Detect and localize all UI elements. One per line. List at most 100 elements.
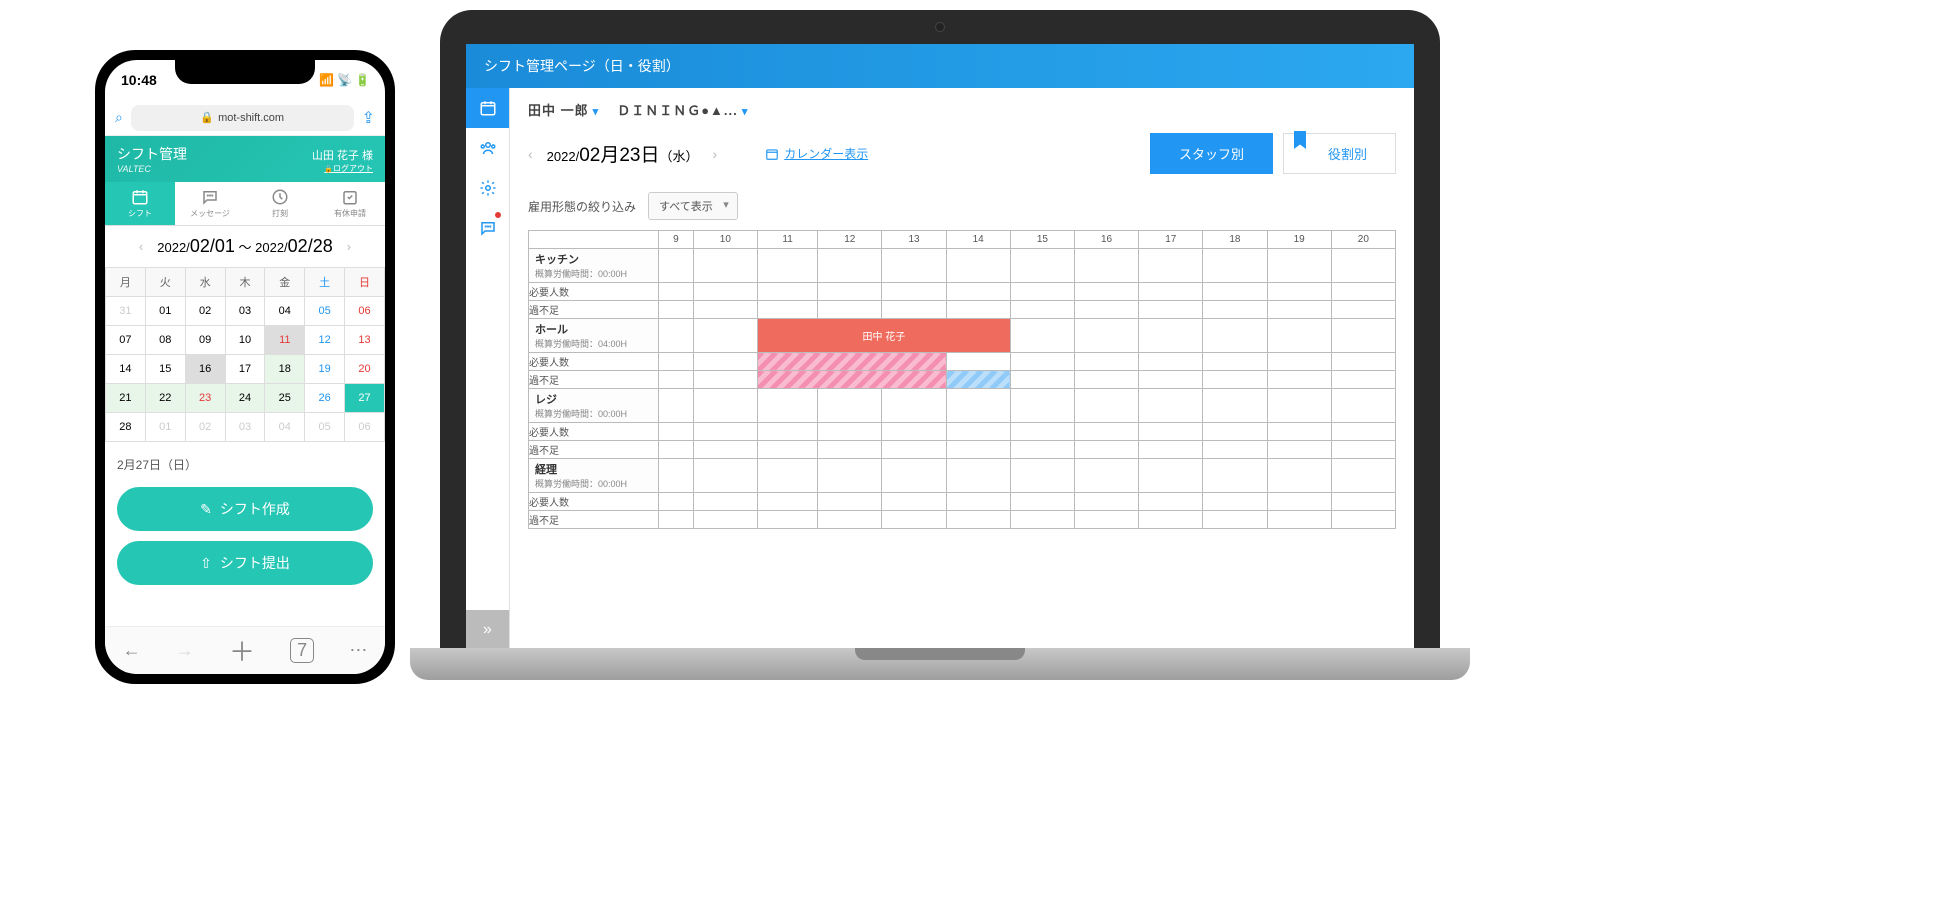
day-04[interactable]: 04 [265, 297, 305, 326]
hour-9: 9 [659, 231, 694, 249]
req-label: 必要人数 [529, 493, 659, 511]
role-ホール: ホール概算労働時間：04:00H [529, 319, 659, 353]
shift-bar[interactable]: 田中 花子 [757, 319, 1010, 353]
day-12[interactable]: 12 [305, 326, 345, 355]
back-icon[interactable]: ← [123, 640, 141, 661]
day-16[interactable]: 16 [185, 355, 225, 384]
day-21[interactable]: 21 [106, 384, 146, 413]
day-28[interactable]: 28 [106, 413, 146, 442]
user-dropdown[interactable]: 田中 一郎 [528, 100, 599, 119]
tab-0[interactable]: シフト [105, 182, 175, 225]
forward-icon[interactable]: → [176, 640, 194, 661]
date-next[interactable]: › [713, 146, 718, 162]
hour-12: 12 [818, 231, 882, 249]
tab-role[interactable]: 役割別 [1283, 133, 1396, 174]
weekday-5: 土 [305, 268, 345, 297]
short-label: 過不足 [529, 301, 659, 319]
day-09[interactable]: 09 [185, 326, 225, 355]
day-06[interactable]: 06 [345, 413, 385, 442]
tab-1[interactable]: メッセージ [175, 182, 245, 225]
day-03[interactable]: 03 [225, 413, 265, 442]
calendar: 月火水木金土日310102030405060708091011121314151… [105, 267, 385, 442]
short-req-bar [757, 371, 946, 389]
logout-link[interactable]: 🔒ログアウト [312, 163, 373, 174]
sidebar-settings-icon[interactable] [466, 168, 509, 208]
create-shift-button[interactable]: ✎ シフト作成 [117, 487, 373, 531]
day-07[interactable]: 07 [106, 326, 146, 355]
day-01[interactable]: 01 [145, 413, 185, 442]
tab-staff[interactable]: スタッフ別 [1150, 133, 1273, 174]
day-26[interactable]: 26 [305, 384, 345, 413]
day-13[interactable]: 13 [345, 326, 385, 355]
day-22[interactable]: 22 [145, 384, 185, 413]
date-prev[interactable]: ‹ [528, 146, 533, 162]
pencil-icon: ✎ [200, 501, 212, 518]
req-label: 必要人数 [529, 353, 659, 371]
hour-19: 19 [1267, 231, 1331, 249]
day-08[interactable]: 08 [145, 326, 185, 355]
day-31[interactable]: 31 [106, 297, 146, 326]
laptop-base [410, 648, 1470, 680]
sidebar-message-icon[interactable] [466, 208, 509, 248]
day-15[interactable]: 15 [145, 355, 185, 384]
day-11[interactable]: 11 [265, 326, 305, 355]
range-next[interactable]: › [341, 239, 357, 254]
day-04[interactable]: 04 [265, 413, 305, 442]
filter-select[interactable]: すべて表示 [648, 192, 738, 220]
tab-bar: シフトメッセージ打刻有休申請 [105, 182, 385, 226]
day-14[interactable]: 14 [106, 355, 146, 384]
day-20[interactable]: 20 [345, 355, 385, 384]
day-05[interactable]: 05 [305, 297, 345, 326]
share-icon[interactable]: ⇪ [362, 108, 375, 128]
app-title: シフト管理 [117, 144, 187, 164]
submit-shift-button[interactable]: ⇧ シフト提出 [117, 541, 373, 585]
req-label: 必要人数 [529, 423, 659, 441]
day-03[interactable]: 03 [225, 297, 265, 326]
day-10[interactable]: 10 [225, 326, 265, 355]
day-05[interactable]: 05 [305, 413, 345, 442]
sidebar-collapse[interactable]: » [466, 610, 509, 650]
hour-13: 13 [882, 231, 946, 249]
hour-11: 11 [757, 231, 817, 249]
url-bar[interactable]: 🔒 mot-shift.com [131, 105, 354, 131]
filter-row: 雇用形態の絞り込み すべて表示 [528, 192, 1396, 220]
role-レジ: レジ概算労働時間：00:00H [529, 389, 659, 423]
new-tab-icon[interactable]: ＋ [229, 632, 255, 669]
short-label: 過不足 [529, 441, 659, 459]
short-label: 過不足 [529, 371, 659, 389]
calendar-view-link[interactable]: カレンダー表示 [765, 145, 868, 162]
hour-20: 20 [1331, 231, 1395, 249]
day-06[interactable]: 06 [345, 297, 385, 326]
day-19[interactable]: 19 [305, 355, 345, 384]
browser-bottom-nav: ← → ＋ 7 ⋯ [105, 626, 385, 674]
day-02[interactable]: 02 [185, 297, 225, 326]
more-icon[interactable]: ⋯ [349, 640, 367, 661]
keychain-icon[interactable]: ⌕ [115, 109, 123, 126]
tab-3[interactable]: 有休申請 [315, 182, 385, 225]
day-17[interactable]: 17 [225, 355, 265, 384]
req-label: 必要人数 [529, 283, 659, 301]
hour-15: 15 [1010, 231, 1074, 249]
day-25[interactable]: 25 [265, 384, 305, 413]
selected-date: 2月27日（日） [105, 442, 385, 487]
status-time: 10:48 [121, 72, 157, 88]
tab-2[interactable]: 打刻 [245, 182, 315, 225]
camera-icon [935, 22, 945, 32]
sidebar-shift-icon[interactable] [466, 88, 509, 128]
day-23[interactable]: 23 [185, 384, 225, 413]
location-dropdown[interactable]: ＤＩＮＩＮＧ●▲... [617, 100, 748, 119]
day-24[interactable]: 24 [225, 384, 265, 413]
day-27[interactable]: 27 [345, 384, 385, 413]
range-prev[interactable]: ‹ [133, 239, 149, 254]
weekday-0: 月 [106, 268, 146, 297]
weekday-6: 日 [345, 268, 385, 297]
hour-17: 17 [1139, 231, 1203, 249]
sidebar-people-icon[interactable] [466, 128, 509, 168]
app-header: シフト管理 VALTEC 山田 花子 様 🔒ログアウト [105, 136, 385, 182]
day-01[interactable]: 01 [145, 297, 185, 326]
day-02[interactable]: 02 [185, 413, 225, 442]
laptop-hinge [855, 648, 1025, 660]
short-bar [946, 371, 1010, 389]
day-18[interactable]: 18 [265, 355, 305, 384]
tabs-count[interactable]: 7 [290, 638, 314, 663]
